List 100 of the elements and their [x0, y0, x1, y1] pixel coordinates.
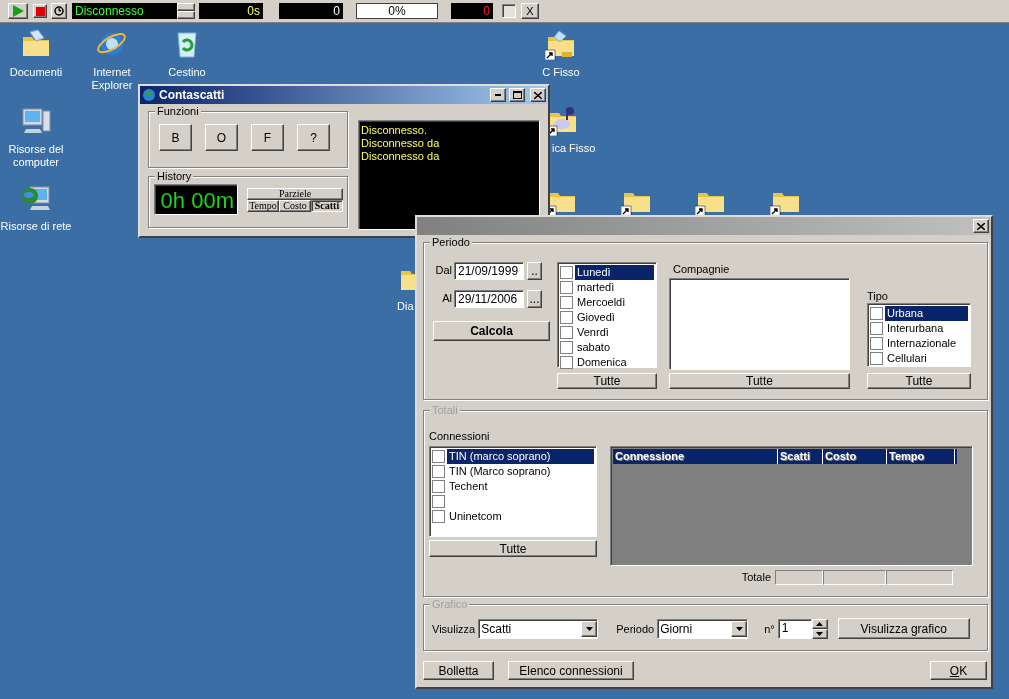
- checkbox[interactable]: [870, 352, 883, 365]
- shortcut-arrow-icon: [621, 205, 632, 216]
- icon-label[interactable]: C Fisso: [542, 66, 580, 79]
- list-item[interactable]: Lunedì: [575, 265, 654, 280]
- list-label: Compagnie: [673, 262, 731, 276]
- time-display: 0h 00m: [154, 184, 238, 215]
- list-label: Connessioni: [429, 429, 491, 444]
- list-label: Tipo: [867, 289, 889, 303]
- field-label: Visulizza: [432, 621, 476, 637]
- field-label: n°: [764, 621, 775, 637]
- checkbox[interactable]: [560, 341, 573, 354]
- duration-display: 0s: [199, 3, 263, 19]
- checkbox[interactable]: [870, 322, 883, 335]
- play-icon: [12, 5, 24, 17]
- select-all-button[interactable]: Tutte: [557, 373, 657, 389]
- list-item[interactable]: sabato: [575, 340, 654, 355]
- list-item[interactable]: martedì: [575, 280, 654, 295]
- close-icon: [977, 222, 985, 230]
- select-value: Scatti: [481, 621, 513, 636]
- counter-display: 0: [279, 3, 343, 19]
- close-icon: [534, 91, 542, 99]
- list-item[interactable]: Interurbana: [885, 321, 968, 336]
- stop-icon: [35, 6, 45, 16]
- partial-button[interactable]: Parziele: [247, 187, 343, 200]
- icon-label[interactable]: Internet Explorer: [73, 66, 151, 92]
- shortcut-arrow-icon: [770, 205, 781, 216]
- total-label: Totale: [741, 570, 771, 585]
- function-button[interactable]: O: [205, 124, 238, 151]
- minimize-button[interactable]: [490, 88, 506, 102]
- close-button[interactable]: X: [521, 3, 539, 19]
- close-button[interactable]: [530, 88, 546, 102]
- shortcut-arrow-icon: [695, 205, 706, 216]
- globe-icon: [142, 88, 156, 102]
- date-picker-button[interactable]: ...: [527, 290, 542, 308]
- log-line: Disconnesso da: [361, 150, 441, 163]
- window-title: Contascatti: [159, 88, 226, 102]
- icon-label[interactable]: Cestino: [168, 66, 206, 79]
- dialog-button[interactable]: Elenco connessioni: [508, 661, 634, 680]
- date-label: Al: [441, 291, 452, 306]
- checkbox[interactable]: [560, 266, 573, 279]
- list-item[interactable]: Urbana: [885, 306, 968, 321]
- list-item[interactable]: Giovedì: [575, 310, 654, 325]
- list-item[interactable]: Mercoeldì: [575, 295, 654, 310]
- down-arrow-icon: [585, 626, 593, 631]
- play-button[interactable]: [8, 3, 28, 19]
- checkbox[interactable]: [560, 311, 573, 324]
- maximize-icon: [512, 91, 522, 99]
- status-display: Disconnesso: [72, 3, 177, 19]
- list-item[interactable]: Internazionale: [885, 336, 968, 351]
- spin-button[interactable]: [177, 3, 195, 19]
- icon-label[interactable]: Dia: [397, 300, 414, 313]
- dialog-button[interactable]: Bolletta: [423, 661, 494, 680]
- list-item[interactable]: Venrdì: [575, 325, 654, 340]
- date-picker-button[interactable]: ..: [527, 262, 542, 280]
- total-field: [823, 569, 886, 585]
- icon-label[interactable]: ica Fisso: [552, 142, 596, 155]
- icon-label[interactable]: Risorse del computer: [0, 143, 75, 169]
- shared-folder-icon[interactable]: [545, 28, 577, 60]
- icon-label[interactable]: Documenti: [9, 66, 63, 79]
- progress-label: 0%: [387, 4, 407, 18]
- spin-button[interactable]: [811, 618, 828, 639]
- select-all-button[interactable]: Tutte: [669, 373, 850, 389]
- group-title: Periodo: [430, 236, 472, 249]
- list-item[interactable]: Cellulari: [885, 351, 968, 366]
- down-arrow-icon: [816, 631, 824, 636]
- group-title: History: [155, 170, 194, 183]
- log-line: Disconnesso da: [361, 137, 441, 150]
- stop-button[interactable]: [33, 4, 47, 18]
- checkbox[interactable]: [870, 307, 883, 320]
- dialog-button[interactable]: OK: [930, 661, 987, 680]
- function-button[interactable]: B: [159, 124, 192, 151]
- total-field: [886, 569, 953, 585]
- alarm-display: 0: [451, 3, 493, 19]
- checkbox[interactable]: [502, 4, 516, 18]
- up-arrow-icon: [816, 621, 824, 626]
- select-all-button[interactable]: Tutte: [867, 373, 971, 389]
- date-field[interactable]: 29/11/2006: [454, 290, 524, 308]
- select-value: Giorni: [660, 621, 694, 636]
- log-line: Disconnesso.: [361, 124, 429, 137]
- function-button[interactable]: ?: [297, 124, 330, 151]
- list-item[interactable]: Domenica: [575, 355, 654, 370]
- minimize-icon: [495, 94, 501, 96]
- timer-button[interactable]: [51, 3, 67, 19]
- checkbox[interactable]: [870, 337, 883, 350]
- checkbox[interactable]: [560, 326, 573, 339]
- checkbox[interactable]: [560, 296, 573, 309]
- clock-icon: [54, 6, 64, 16]
- group-title: Funzioni: [155, 105, 201, 118]
- checkbox[interactable]: [560, 356, 573, 369]
- icon-label[interactable]: Risorse di rete: [0, 220, 72, 233]
- total-field: [775, 569, 823, 585]
- checkbox[interactable]: [560, 281, 573, 294]
- shortcut-arrow-icon: [545, 49, 556, 60]
- calculate-button[interactable]: Calcola: [433, 321, 550, 341]
- close-button[interactable]: [973, 219, 989, 233]
- maximize-button[interactable]: [509, 88, 525, 102]
- field-label: Periodo: [616, 621, 655, 637]
- date-field[interactable]: 21/09/1999: [454, 262, 524, 280]
- function-button[interactable]: F: [251, 124, 284, 151]
- down-arrow-icon: [735, 626, 743, 631]
